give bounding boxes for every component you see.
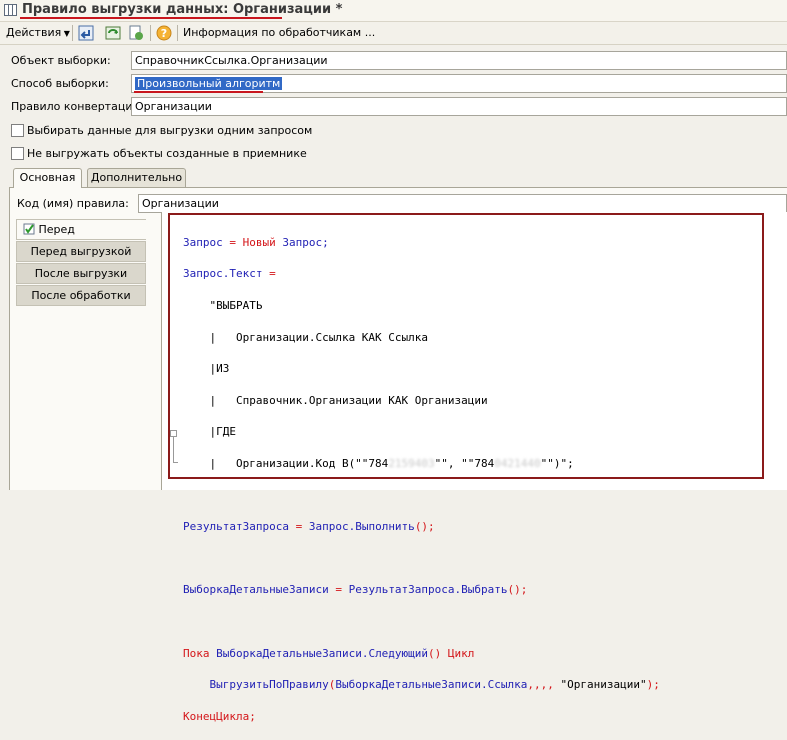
code-line: КонецЦикла; (183, 709, 256, 723)
side-tab-before-export[interactable]: Перед выгрузкой (16, 241, 146, 262)
code-line: | Организации.Ссылка КАК Ссылка (183, 330, 429, 344)
code-line: ВыборкаДетальныеЗаписи = РезультатЗапрос… (183, 583, 528, 597)
method-underline (134, 91, 263, 93)
help-button[interactable]: ? (156, 25, 172, 41)
code-line: ВыгрузитьПоПравилу(ВыборкаДетальныеЗапис… (183, 678, 660, 692)
save-exit-icon (78, 25, 94, 41)
code-line: Пока ВыборкаДетальныеЗаписи.Следующий() … (183, 646, 475, 660)
handlers-info-button[interactable]: Информация по обработчикам ... (183, 24, 375, 42)
actions-menu-button[interactable]: Действия ▼ (6, 24, 70, 42)
help-icon: ? (156, 25, 172, 41)
window-title: Правило выгрузки данных: Организации * (22, 2, 343, 17)
code-line: Запрос.Текст = (183, 267, 276, 281)
code-line: | Справочник.Организации КАК Организации (183, 393, 488, 407)
actions-label: Действия (6, 26, 62, 39)
code-line: |ИЗ (183, 362, 230, 376)
method-value: Произвольный алгоритм (135, 77, 283, 90)
single-query-checkbox[interactable] (11, 124, 24, 137)
not-export-created-label: Не выгружать объекты созданные в приемни… (27, 147, 307, 160)
save-exit-button[interactable] (78, 25, 94, 41)
refresh-icon (105, 26, 121, 40)
conversion-field[interactable]: Организации (131, 97, 787, 116)
table-icon (4, 4, 17, 16)
rule-code-field[interactable]: Организации (138, 194, 787, 213)
fold-line-end (173, 462, 178, 463)
code-text: Запрос = Новый Запрос; Запрос.Текст = "В… (183, 219, 660, 740)
code-line: | Организации.Код В(""7842159403"", ""78… (183, 456, 574, 470)
toolbar-separator (150, 25, 151, 41)
not-export-created-checkbox[interactable] (11, 147, 24, 160)
document-icon (129, 25, 143, 40)
method-label: Способ выборки: (11, 77, 109, 90)
fold-line (173, 437, 174, 463)
fold-toggle-icon[interactable] (170, 430, 177, 437)
copy-button[interactable] (128, 25, 144, 41)
code-line: |ГДЕ (183, 425, 236, 439)
side-tab-before-processing[interactable]: Перед обработкой (16, 219, 146, 256)
tab-additional[interactable]: Дополнительно (87, 168, 186, 187)
checked-icon (23, 223, 35, 235)
code-line: РезультатЗапроса = Запрос.Выполнить(); (183, 520, 435, 534)
object-label: Объект выборки: (11, 54, 111, 67)
title-underline (20, 17, 282, 19)
side-tab-after-processing[interactable]: После обработки (16, 285, 146, 306)
dropdown-arrow-icon: ▼ (61, 29, 70, 38)
toolbar-separator (177, 25, 178, 41)
tab-main[interactable]: Основная (13, 168, 82, 188)
refresh-button[interactable] (105, 25, 121, 41)
code-line: Запрос = Новый Запрос; (183, 235, 329, 249)
code-line: "ВЫБРАТЬ (183, 298, 263, 312)
single-query-label: Выбирать данные для выгрузки одним запро… (27, 124, 313, 137)
svg-text:?: ? (161, 27, 167, 40)
rule-code-label: Код (имя) правила: (17, 197, 129, 210)
toolbar-separator (72, 25, 73, 41)
object-field[interactable]: СправочникСсылка.Организации (131, 51, 787, 70)
side-tab-after-export[interactable]: После выгрузки (16, 263, 146, 284)
conversion-label: Правило конвертации: (11, 100, 144, 113)
